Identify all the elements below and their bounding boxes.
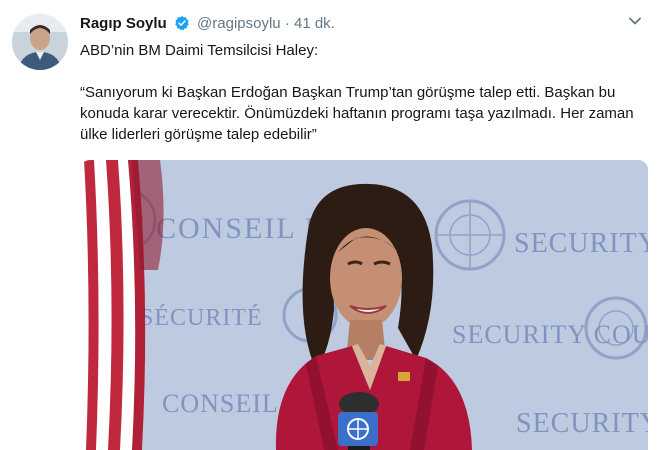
wall-text-securite: SÉCURITÉ bbox=[140, 305, 263, 331]
wall-text-security: SECURITY bbox=[514, 228, 648, 259]
author-handle[interactable]: @ragipsoylu bbox=[197, 15, 281, 32]
separator-dot: · bbox=[284, 15, 290, 32]
wall-text-security-bottom: SECURITY bbox=[516, 408, 648, 439]
wall-text-security-council: SECURITY COUNCIL bbox=[452, 320, 648, 349]
tweet-media-photo[interactable]: CONSEIL DE SECURITY SÉCURITÉ SECURITY CO… bbox=[80, 160, 648, 450]
tweet-quote: “Sanıyorum ki Başkan Erdoğan Başkan Trum… bbox=[80, 84, 634, 143]
author-name[interactable]: Ragıp Soylu bbox=[80, 15, 167, 32]
verified-badge-icon bbox=[174, 15, 190, 31]
author-avatar[interactable] bbox=[12, 14, 68, 70]
tweet-timestamp[interactable]: 41 dk. bbox=[294, 15, 335, 32]
chevron-down-icon[interactable] bbox=[628, 14, 642, 28]
tweet-text: ABD’nin BM Daimi Temsilcisi Haley: “Sanı… bbox=[80, 40, 640, 166]
microphone-graphic bbox=[338, 392, 379, 450]
tweet-intro-line: ABD’nin BM Daimi Temsilcisi Haley: bbox=[80, 42, 319, 59]
wall-text-conseil: CONSEIL bbox=[162, 389, 279, 418]
tweet-header: Ragıp Soylu @ragipsoylu · 41 dk. bbox=[80, 14, 335, 34]
